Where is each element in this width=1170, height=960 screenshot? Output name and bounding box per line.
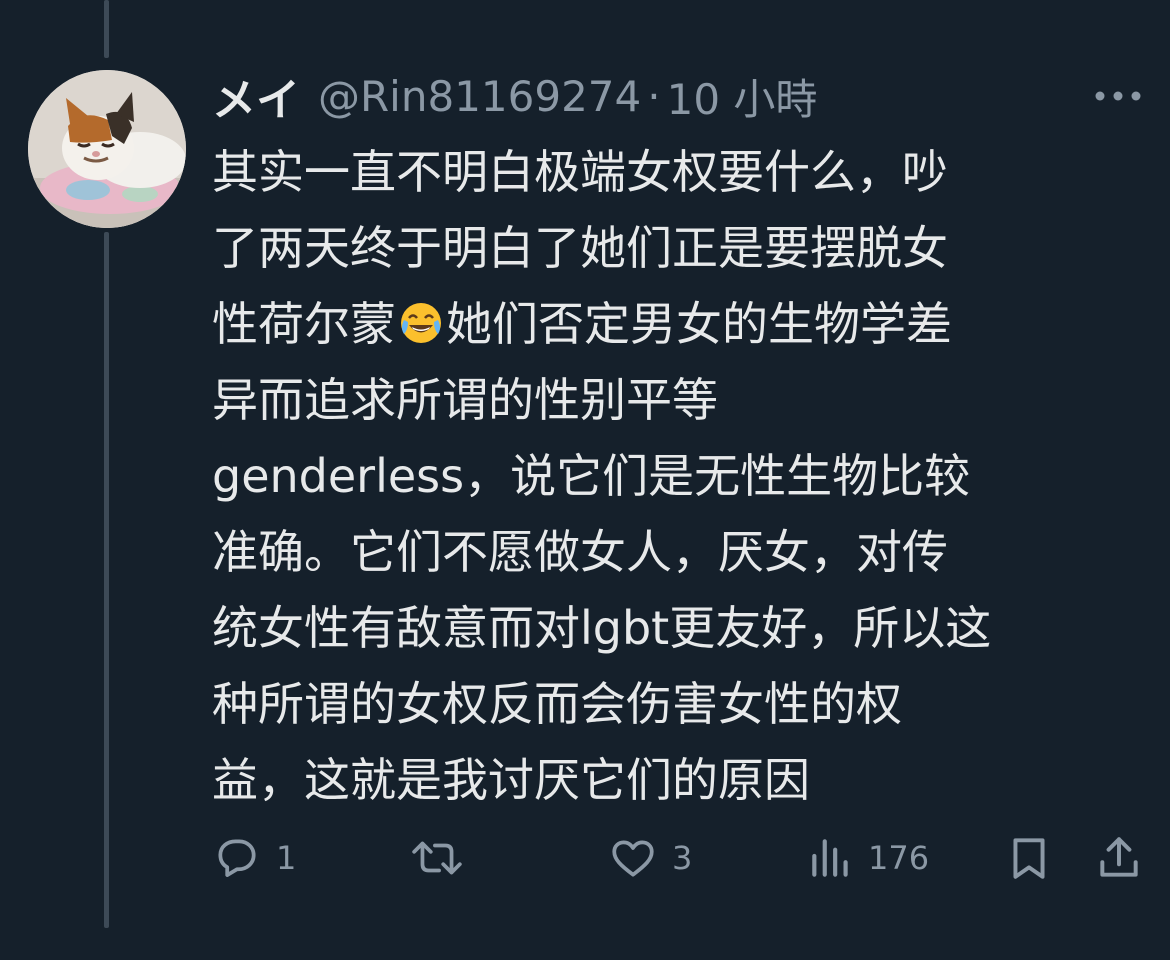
more-button[interactable]: [1090, 76, 1146, 116]
share-icon: [1100, 837, 1138, 877]
share-button[interactable]: [1094, 828, 1144, 888]
bookmark-icon: [1013, 838, 1045, 879]
views-button[interactable]: 176: [808, 828, 929, 888]
tweet-text-line: 益，这就是我讨厌它们的原因: [212, 753, 810, 807]
author-handle[interactable]: @Rin81169274: [318, 72, 641, 121]
reply-button[interactable]: 1: [212, 828, 296, 888]
tweet-actions: 1 3 176: [0, 828, 1170, 888]
retweet-button[interactable]: [410, 828, 478, 888]
tweet-text-line: genderless，说它们是无性生物比较: [212, 449, 971, 503]
retweet-icon: [412, 841, 462, 875]
heart-icon: [612, 840, 654, 877]
avatar[interactable]: [28, 70, 186, 228]
reply-icon: [218, 839, 256, 877]
tweet-text: 其实一直不明白极端女权要什么，吵 了两天终于明白了她们正是要摆脱女 性荷尔蒙 她…: [212, 134, 1132, 818]
views-icon: [812, 839, 848, 877]
tweet-text-line: 统女性有敌意而对lgbt更友好，所以这: [212, 601, 992, 655]
thread-line-bottom: [104, 232, 109, 928]
tweet-text-segment: 她们否定男女的生物学差: [446, 297, 952, 351]
tweet-timestamp[interactable]: 10 小時: [667, 66, 818, 127]
like-button[interactable]: 3: [608, 828, 692, 888]
tweet-text-line: 其实一直不明白极端女权要什么，吵: [212, 145, 948, 199]
more-icon: [1095, 91, 1141, 101]
tweet-text-line: 种所谓的女权反而会伤害女性的权: [212, 677, 902, 731]
thread-line-top: [104, 0, 109, 58]
header-separator: ·: [647, 71, 661, 121]
views-count: 176: [868, 839, 930, 877]
tweet-text-line: 准确。它们不愿做女人，厌女，对传: [212, 525, 948, 579]
face-with-tears-of-joy-icon: [398, 292, 444, 343]
bookmark-button[interactable]: [1004, 828, 1054, 888]
tweet-text-line: 异而追求所谓的性别平等: [212, 373, 718, 427]
tweet-header: メイ @Rin81169274 · 10 小時: [212, 64, 818, 128]
tweet-text-segment: 性荷尔蒙: [212, 297, 396, 351]
author-display-name[interactable]: メイ: [212, 64, 300, 128]
tweet-text-line: 了两天终于明白了她们正是要摆脱女: [212, 221, 948, 275]
like-count: 3: [672, 839, 693, 877]
cat-avatar-icon: [28, 70, 186, 228]
reply-count: 1: [276, 839, 297, 877]
tweet-text-line-with-emoji: 性荷尔蒙 她们否定男女的生物学差: [212, 286, 1132, 362]
